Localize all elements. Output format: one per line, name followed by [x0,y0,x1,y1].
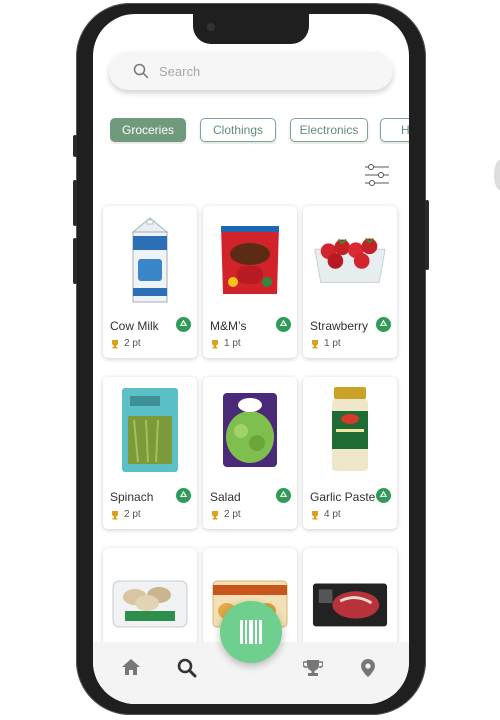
points-label: 1 pt [324,338,341,349]
trophy-icon [312,510,318,519]
salad-bag-image [211,383,289,477]
phone-side-button-volume-down [73,238,77,284]
location-pin-icon[interactable] [360,658,376,678]
recycle-icon [276,317,291,332]
tab-clothings[interactable]: Clothings [200,118,276,142]
tab-home[interactable]: H [380,118,409,142]
product-card[interactable]: Spinach 2 pt [103,377,197,529]
phone-side-button-volume-up [73,180,77,226]
phone-side-button-power [425,200,429,270]
search-input[interactable] [157,62,361,80]
recycle-icon [176,488,191,503]
barcode-scan-icon [240,620,262,644]
trophy-icon [212,339,218,348]
product-points: 2 pt [210,509,241,520]
product-points: 4 pt [310,509,341,520]
tab-electronics[interactable]: Electronics [290,118,368,142]
mushroom-pack-image [111,568,189,638]
product-name: Salad [210,490,241,504]
background-edge-shape [494,160,500,190]
points-label: 4 pt [324,509,341,520]
product-card[interactable]: Strawberry 1 pt [303,206,397,358]
points-label: 1 pt [224,338,241,349]
home-icon[interactable] [121,658,141,676]
recycle-icon [176,317,191,332]
product-points: 2 pt [110,509,141,520]
notch [193,14,309,44]
trophy-icon [112,339,118,348]
product-card[interactable]: Garlic Paste 4 pt [303,377,397,529]
product-points: 1 pt [210,338,241,349]
trophy-icon [312,339,318,348]
phone-side-button-mute [73,135,77,157]
points-label: 2 pt [124,509,141,520]
product-name: Garlic Paste [310,490,376,504]
trophy-icon [112,510,118,519]
product-name: Cow Milk [110,319,159,333]
category-tabs: Groceries Clothings Electronics H [110,118,409,144]
product-name: Spinach [110,490,154,504]
recycle-icon [376,317,391,332]
app-screen: Groceries Clothings Electronics H Cow Mi… [93,14,409,704]
product-card[interactable]: Cow Milk 2 pt [103,206,197,358]
scan-button[interactable] [220,601,282,663]
product-points: 1 pt [310,338,341,349]
product-name: M&M’s [210,319,247,333]
trophy-icon [212,510,218,519]
product-card[interactable]: Salad 2 pt [203,377,297,529]
product-name: Strawberry [310,319,369,333]
points-label: 2 pt [224,509,241,520]
trophy-icon[interactable] [303,658,323,678]
search-icon[interactable] [177,658,197,678]
spinach-pack-image [111,383,189,477]
search-bar[interactable] [109,52,393,90]
tab-groceries[interactable]: Groceries [110,118,186,142]
garlic-jar-image [311,383,389,477]
steak-pack-image [311,568,389,638]
recycle-icon [376,488,391,503]
product-points: 2 pt [110,338,141,349]
camera-dot [207,23,215,31]
product-card[interactable]: M&M’s 1 pt [203,206,297,358]
filter-sliders-icon[interactable] [364,164,390,186]
mm-bag-image [211,212,289,306]
points-label: 2 pt [124,338,141,349]
recycle-icon [276,488,291,503]
strawberry-box-image [311,212,389,306]
milk-carton-image [111,212,189,306]
search-icon [133,63,149,79]
